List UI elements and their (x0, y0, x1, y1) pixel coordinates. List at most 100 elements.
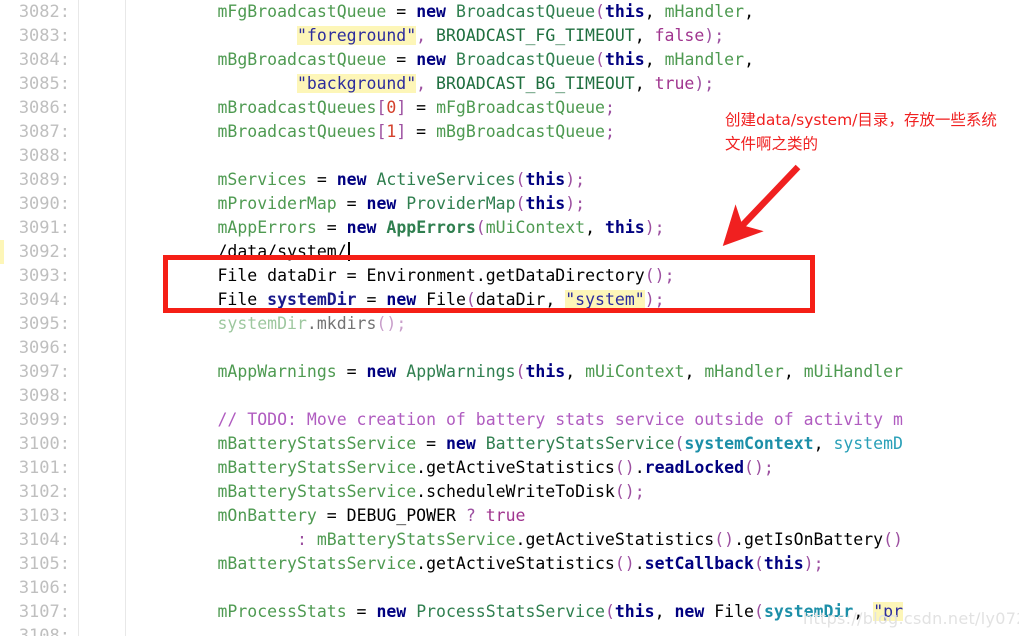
code-token: ; (634, 482, 645, 501)
code-token: mOnBattery (217, 506, 317, 525)
code-text[interactable]: mBatteryStatsService.scheduleWriteToDisk… (138, 480, 645, 504)
code-line[interactable]: 3085: "background", BROADCAST_BG_TIMEOUT… (0, 72, 1019, 96)
code-text[interactable]: mBroadcastQueues[1] = mBgBroadcastQueue; (138, 120, 614, 144)
code-line[interactable]: 3105: mBatteryStatsService.getActiveStat… (0, 552, 1019, 576)
code-token: ProviderMap (406, 194, 516, 213)
code-text[interactable]: mProcessStats = new ProcessStatsService(… (138, 600, 904, 624)
code-token: = (346, 602, 377, 621)
code-text[interactable]: /data/system/ (138, 240, 350, 264)
code-line[interactable]: 3082: mFgBroadcastQueue = new BroadcastQ… (0, 0, 1019, 24)
code-line[interactable]: 3103: mOnBattery = DEBUG_POWER ? true (0, 504, 1019, 528)
code-line[interactable]: 3093: File dataDir = Environment.getData… (0, 264, 1019, 288)
code-line[interactable]: 3098: (0, 384, 1019, 408)
code-line[interactable]: 3091: mAppErrors = new AppErrors(mUiCont… (0, 216, 1019, 240)
code-token: systemContext (684, 434, 814, 453)
code-token: ( (674, 434, 685, 453)
code-text[interactable]: mFgBroadcastQueue = new BroadcastQueue(t… (138, 0, 754, 24)
code-token: ) (386, 314, 397, 333)
code-token: , (684, 362, 705, 381)
code-text[interactable]: "background", BROADCAST_BG_TIMEOUT, true… (138, 72, 714, 96)
code-text[interactable]: mProviderMap = new ProviderMap(this); (138, 192, 585, 216)
code-line[interactable]: 3099: // TODO: Move creation of battery … (0, 408, 1019, 432)
code-token: ) (644, 290, 655, 309)
code-text[interactable]: mBatteryStatsService = new BatteryStatsS… (138, 432, 903, 456)
code-line[interactable]: 3100: mBatteryStatsService = new Battery… (0, 432, 1019, 456)
code-token: , (545, 290, 566, 309)
code-text[interactable]: File systemDir = new File(dataDir, "syst… (138, 288, 665, 312)
code-text[interactable]: File dataDir = Environment.getDataDirect… (138, 264, 674, 288)
code-line[interactable]: 3090: mProviderMap = new ProviderMap(thi… (0, 192, 1019, 216)
code-line[interactable]: 3095: systemDir.mkdirs(); (0, 312, 1019, 336)
code-token: this (525, 194, 566, 213)
line-number: 3083: (18, 26, 70, 46)
line-number: 3107: (18, 602, 70, 622)
code-token: systemD (833, 434, 903, 453)
code-token: ; (704, 74, 715, 93)
code-text[interactable]: // TODO: Move creation of battery stats … (138, 408, 902, 432)
code-token: "foreground" (296, 26, 417, 45)
code-token: BROADCAST_FG_TIMEOUT (436, 26, 635, 45)
code-token: ( (465, 290, 476, 309)
code-editor[interactable]: 3082: mFgBroadcastQueue = new BroadcastQ… (0, 0, 1019, 636)
line-number: 3088: (18, 146, 70, 166)
line-number: 3089: (18, 170, 70, 190)
code-token: systemDir (267, 290, 357, 309)
code-line[interactable]: 3092: /data/system/ (0, 240, 1019, 264)
line-number: 3102: (18, 482, 70, 502)
code-token: mBroadcastQueues (217, 122, 377, 141)
line-number: 3095: (18, 314, 70, 334)
code-token: ( (376, 314, 387, 333)
code-token: Environment (366, 266, 476, 285)
code-token: ( (475, 218, 486, 237)
code-line[interactable]: 3089: mServices = new ActiveServices(thi… (0, 168, 1019, 192)
code-token: ) (654, 266, 665, 285)
line-number: 3103: (18, 506, 70, 526)
code-text[interactable]: mBatteryStatsService.getActiveStatistics… (138, 456, 773, 480)
code-token: , (565, 362, 586, 381)
line-number: 3099: (18, 410, 70, 430)
code-text[interactable]: mBroadcastQueues[0] = mFgBroadcastQueue; (138, 96, 614, 120)
line-number: 3084: (18, 50, 70, 70)
code-line[interactable]: 3106: (0, 576, 1019, 600)
code-text[interactable]: : mBatteryStatsService.getActiveStatisti… (138, 528, 903, 552)
code-token: ( (644, 266, 655, 285)
code-text[interactable]: systemDir.mkdirs(); (138, 312, 406, 336)
code-text[interactable]: mAppWarnings = new AppWarnings(this, mUi… (138, 360, 903, 384)
code-line[interactable]: 3097: mAppWarnings = new AppWarnings(thi… (0, 360, 1019, 384)
code-text[interactable]: mOnBattery = DEBUG_POWER ? true (138, 504, 525, 528)
code-line[interactable]: 3104: : mBatteryStatsService.getActiveSt… (0, 528, 1019, 552)
line-number: 3094: (18, 290, 70, 310)
code-token: File (217, 266, 258, 285)
code-token: mUiHandler (803, 362, 904, 381)
code-token: ( (515, 194, 526, 213)
code-text[interactable]: "foreground", BROADCAST_FG_TIMEOUT, fals… (138, 24, 724, 48)
code-line[interactable]: 3101: mBatteryStatsService.getActiveStat… (0, 456, 1019, 480)
code-line[interactable]: 3094: File systemDir = new File(dataDir,… (0, 288, 1019, 312)
code-line[interactable]: 3102: mBatteryStatsService.scheduleWrite… (0, 480, 1019, 504)
code-token: mProcessStats (217, 602, 347, 621)
code-text[interactable]: mServices = new ActiveServices(this); (138, 168, 585, 192)
code-token: , (644, 2, 665, 21)
code-line[interactable]: 3083: "foreground", BROADCAST_FG_TIMEOUT… (0, 24, 1019, 48)
code-text[interactable]: mBgBroadcastQueue = new BroadcastQueue(t… (138, 48, 754, 72)
code-token: ; (813, 554, 824, 573)
code-token: , (654, 602, 675, 621)
code-text[interactable]: mBatteryStatsService.getActiveStatistics… (138, 552, 824, 576)
code-token: true (654, 74, 695, 93)
code-token: ] (396, 122, 407, 141)
code-token: ( (515, 170, 526, 189)
code-line[interactable]: 3096: (0, 336, 1019, 360)
code-line[interactable]: 3084: mBgBroadcastQueue = new BroadcastQ… (0, 48, 1019, 72)
code-text[interactable]: mAppErrors = new AppErrors(mUiContext, t… (138, 216, 664, 240)
code-token: mBatteryStatsService (217, 554, 417, 573)
code-token: , (644, 50, 665, 69)
